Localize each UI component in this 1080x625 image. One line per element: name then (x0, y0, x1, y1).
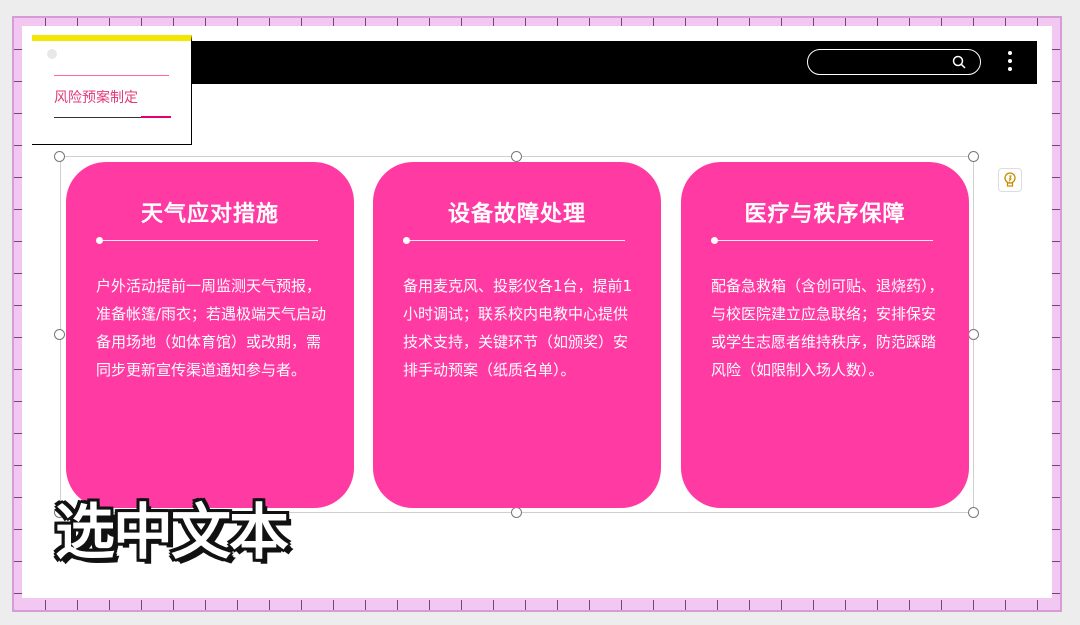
label-divider-top (54, 75, 169, 76)
section-label-text: 风险预案制定 (54, 90, 138, 106)
resize-handle-bottom-middle[interactable] (511, 507, 522, 518)
card-body-text[interactable]: 配备急救箱（含创可贴、退烧药），与校医院建立应急联络；安排保安或学生志愿者维持秩… (711, 272, 949, 384)
resize-handle-middle-left[interactable] (54, 329, 65, 340)
card-weather[interactable]: 天气应对措施 户外活动提前一周监测天气预报，准备帐篷/雨衣；若遇极端天气启动备用… (66, 162, 354, 508)
card-divider (406, 240, 625, 241)
section-label-card: 风险预案制定 (32, 35, 192, 145)
resize-handle-middle-right[interactable] (968, 329, 979, 340)
card-body-text[interactable]: 户外活动提前一周监测天气预报，准备帐篷/雨衣；若遇极端天气启动备用场地（如体育馆… (96, 272, 334, 384)
overlay-caption: 选中文本 (55, 498, 289, 568)
card-divider-dot (403, 237, 410, 244)
card-title: 设备故障处理 (447, 202, 586, 227)
search-icon[interactable] (952, 55, 966, 69)
frame-ruler-bottom (14, 600, 1060, 610)
search-input[interactable] (807, 49, 981, 75)
lightbulb-icon (1004, 172, 1016, 187)
resize-handle-top-right[interactable] (968, 151, 979, 162)
card-title: 天气应对措施 (140, 202, 279, 227)
resize-handle-bottom-right[interactable] (968, 507, 979, 518)
card-divider-dot (711, 237, 718, 244)
label-dot-icon (47, 49, 57, 59)
resize-handle-top-left[interactable] (54, 151, 65, 162)
design-ideas-button[interactable] (998, 168, 1022, 192)
card-divider (714, 240, 933, 241)
card-title: 医疗与秩序保障 (744, 202, 906, 227)
card-divider (99, 240, 318, 241)
resize-handle-top-middle[interactable] (511, 151, 522, 162)
card-equipment[interactable]: 设备故障处理 备用麦克风、投影仪各1台，提前1小时调试；联系校内电教中心提供技术… (373, 162, 661, 508)
card-divider-dot (96, 237, 103, 244)
card-medical[interactable]: 医疗与秩序保障 配备急救箱（含创可贴、退烧药），与校医院建立应急联络；安排保安或… (681, 162, 969, 508)
card-body-text[interactable]: 备用麦克风、投影仪各1台，提前1小时调试；联系校内电教中心提供技术支持，关键环节… (403, 272, 641, 384)
more-vertical-icon[interactable] (1007, 51, 1013, 75)
label-divider-accent (141, 116, 171, 118)
